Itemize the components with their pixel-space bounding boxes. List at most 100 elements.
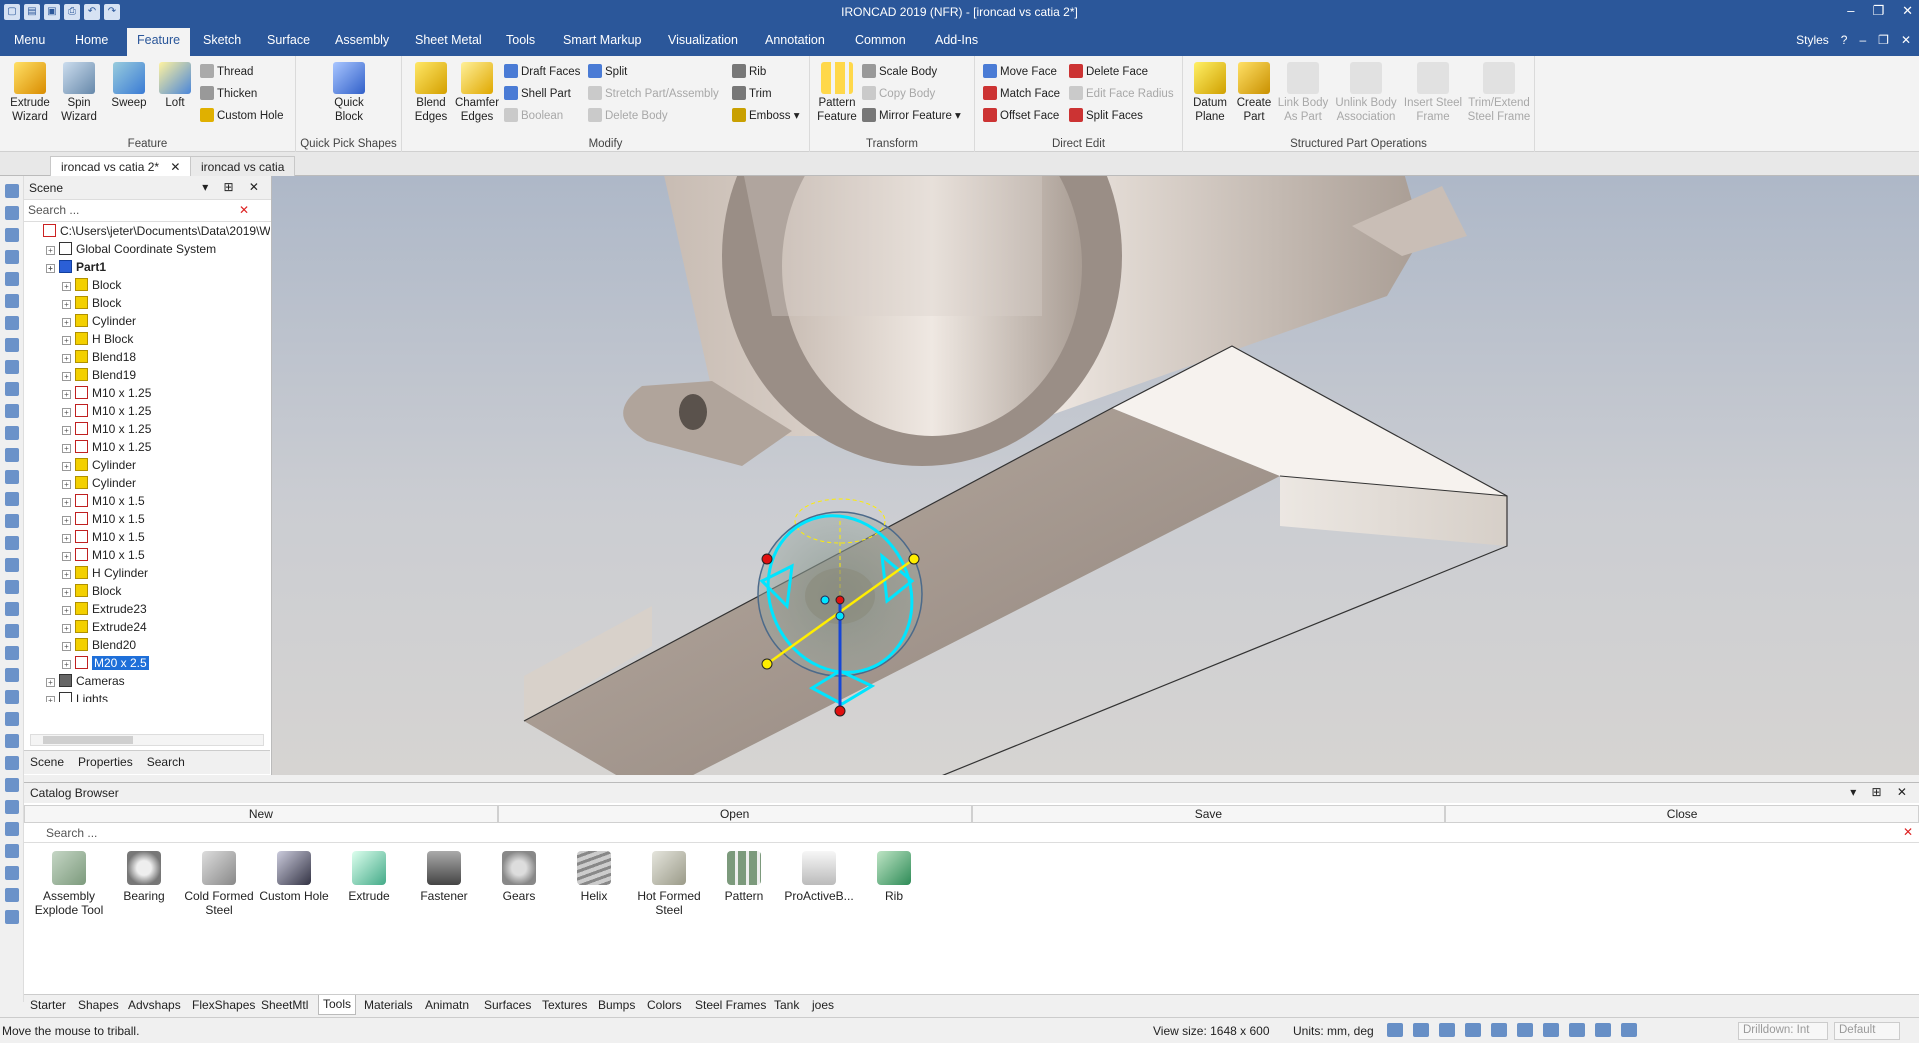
thicken-button[interactable]: Thicken [200,85,257,103]
rib-button[interactable]: Rib [732,63,766,81]
view-tool-icon[interactable] [4,382,19,396]
quick-block-button[interactable]: Quick Block [326,62,372,124]
catalog-item-proactive[interactable]: ProActiveB... [782,851,856,903]
catalog-item-bearing[interactable]: Bearing [107,851,181,903]
render-mode-icon[interactable] [1543,1023,1559,1037]
catalog-close-button[interactable]: Close [1445,805,1919,823]
insert-steel-frame-button[interactable]: Insert Steel Frame [1403,62,1463,124]
offset-face-button[interactable]: Offset Face [983,107,1059,125]
tree-node[interactable]: + Blend19 [62,366,136,384]
tree-node[interactable]: + M10 x 1.5 [62,528,145,546]
catalog-tab[interactable]: Advshaps [128,998,181,1012]
tab-assembly[interactable]: Assembly [335,33,389,47]
cursor-icon[interactable] [1621,1023,1637,1037]
default-select[interactable]: Default [1834,1022,1900,1040]
emboss-button[interactable]: Emboss ▾ [732,107,800,125]
tree-node[interactable]: + Cylinder [62,456,136,474]
boolean-button[interactable]: Boolean [504,107,563,125]
view-tool-icon[interactable] [4,778,19,792]
catalog-tab[interactable]: Tank [774,998,799,1012]
expand-toggle-icon[interactable]: + [62,408,71,417]
zoom-icon[interactable] [1387,1023,1403,1037]
catalog-tab[interactable]: Shapes [78,998,119,1012]
catalog-item-hot-formed-steel[interactable]: Hot Formed Steel [632,851,706,917]
expand-toggle-icon[interactable]: + [62,606,71,615]
tree-node[interactable]: + M10 x 1.25 [62,438,151,456]
shell-part-button[interactable]: Shell Part [504,85,571,103]
extrude-wizard-button[interactable]: Extrude Wizard [7,62,53,124]
tree-node[interactable]: + Block [62,276,121,294]
edit-face-radius-button[interactable]: Edit Face Radius [1069,85,1174,103]
tab-feature[interactable]: Feature [127,28,191,56]
view-tool-icon[interactable] [4,470,19,484]
tab-common[interactable]: Common [855,33,906,47]
custom-hole-button[interactable]: Custom Hole [200,107,283,125]
view-tool-icon[interactable] [4,360,19,374]
tab-add-ins[interactable]: Add-Ins [935,33,978,47]
thread-button[interactable]: Thread [200,63,253,81]
tree-node[interactable]: + M10 x 1.5 [62,546,145,564]
view-tool-icon[interactable] [4,206,19,220]
catalog-tab[interactable]: Textures [542,998,587,1012]
expand-toggle-icon[interactable]: + [62,624,71,633]
restore-icon[interactable]: ❐ [1872,3,1884,19]
panel-controls[interactable]: ▾ ⊞ ✕ [202,180,265,194]
catalog-save-button[interactable]: Save [971,805,1446,823]
view-tool-icon[interactable] [4,316,19,330]
tree-node[interactable]: + Blend18 [62,348,136,366]
expand-toggle-icon[interactable]: + [46,696,55,702]
view-tool-icon[interactable] [4,910,19,924]
copy-body-button[interactable]: Copy Body [862,85,935,103]
view-tool-icon[interactable] [4,492,19,506]
view-tool-icon[interactable] [4,580,19,594]
expand-toggle-icon[interactable]: + [62,516,71,525]
camera-icon[interactable] [1491,1023,1507,1037]
catalog-item-pattern[interactable]: Pattern [707,851,781,903]
view-tool-icon[interactable] [4,514,19,528]
expand-toggle-icon[interactable]: + [62,300,71,309]
catalog-tab[interactable]: Steel Frames [695,998,766,1012]
tree-node[interactable]: + M10 x 1.25 [62,384,151,402]
move-face-button[interactable]: Move Face [983,63,1057,81]
expand-toggle-icon[interactable]: + [62,354,71,363]
help-icon[interactable]: ? [1841,33,1848,47]
tree-node[interactable]: + Cameras [46,672,125,690]
snap-icon[interactable] [1595,1023,1611,1037]
expand-toggle-icon[interactable]: + [62,318,71,327]
view-tool-icon[interactable] [4,822,19,836]
catalog-tab[interactable]: SheetMtl [261,998,308,1012]
expand-toggle-icon[interactable]: + [62,282,71,291]
tree-node[interactable]: + Lights [46,690,108,702]
datum-plane-button[interactable]: Datum Plane [1187,62,1233,124]
minimize-icon[interactable]: – [1847,3,1854,19]
view-tool-icon[interactable] [4,338,19,352]
expand-toggle-icon[interactable]: + [62,372,71,381]
catalog-item-gears[interactable]: Gears [482,851,556,903]
expand-toggle-icon[interactable]: + [62,444,71,453]
tab-visualization[interactable]: Visualization [668,33,738,47]
model-render[interactable] [272,176,1919,775]
view-tool-icon[interactable] [4,646,19,660]
expand-toggle-icon[interactable] [30,226,39,235]
pattern-feature-button[interactable]: Pattern Feature [814,62,860,124]
catalog-item-custom-hole[interactable]: Custom Hole [257,851,331,903]
spin-wizard-button[interactable]: Spin Wizard [56,62,102,124]
tab-menu[interactable]: Menu [14,33,45,47]
match-face-button[interactable]: Match Face [983,85,1060,103]
expand-toggle-icon[interactable]: + [46,246,55,255]
tree-node[interactable]: + Global Coordinate System [46,240,216,258]
view-icon[interactable] [1439,1023,1455,1037]
tree-node[interactable]: + Part1 [46,258,106,276]
catalog-tab[interactable]: joes [812,998,834,1012]
tab-sketch[interactable]: Sketch [203,33,241,47]
catalog-open-button[interactable]: Open [497,805,972,823]
expand-toggle-icon[interactable]: + [62,426,71,435]
stretch-part-button[interactable]: Stretch Part/Assembly [588,85,719,103]
link-body-button[interactable]: Link Body As Part [1275,62,1331,124]
tree-node[interactable]: + H Block [62,330,133,348]
light-icon[interactable] [1517,1023,1533,1037]
sweep-button[interactable]: Sweep [106,62,152,110]
view-tool-icon[interactable] [4,844,19,858]
tab-scene[interactable]: Scene [30,755,64,770]
trim-button[interactable]: Trim [732,85,772,103]
